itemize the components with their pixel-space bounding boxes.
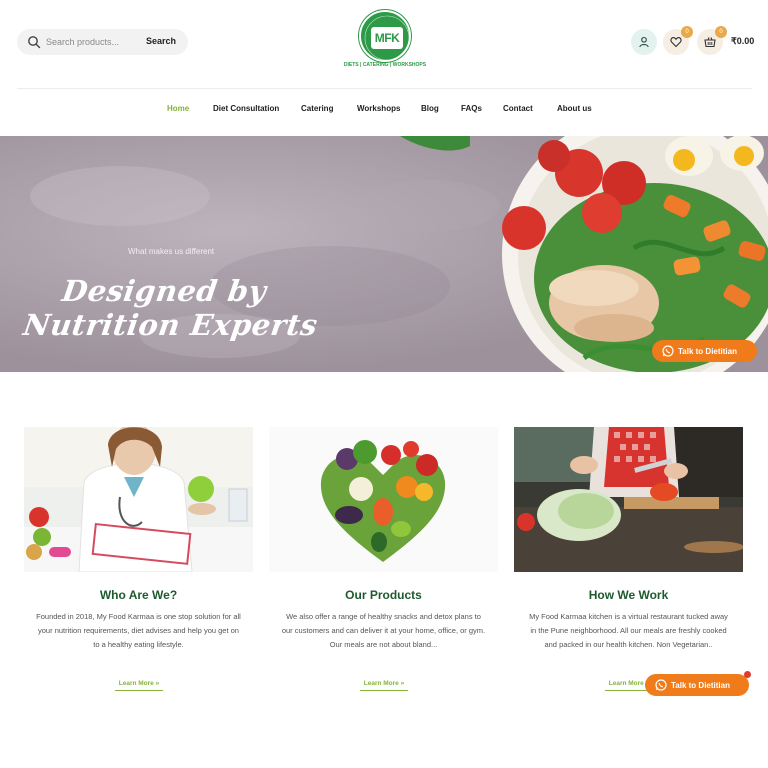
search-button[interactable]: Search [146, 36, 176, 46]
whatsapp-icon [662, 345, 674, 357]
search-input[interactable] [46, 33, 134, 51]
cart-count-badge: 0 [715, 26, 727, 38]
vegetable-heart-image [269, 427, 498, 572]
card-text: Founded in 2018, My Food Karmaa is one s… [36, 612, 241, 650]
cart-total[interactable]: ₹0.00 [731, 36, 754, 47]
cart-button[interactable]: 0 [697, 26, 727, 55]
salad-plate-image [502, 136, 768, 372]
card-text: We also offer a range of healthy snacks … [281, 612, 486, 650]
doctor-image [24, 427, 253, 572]
wishlist-count-badge: 0 [681, 26, 693, 38]
nav-item-catering[interactable]: Catering [301, 104, 333, 113]
hero-title-line-1: Designed by [60, 274, 269, 308]
hero-title-line-2: Nutrition Experts [21, 308, 320, 342]
talk-to-dietitian-label: Talk to Dietitian [678, 346, 737, 356]
hero-title: Designed by Nutrition Experts [21, 274, 355, 342]
user-icon [639, 36, 649, 48]
nav-item-contact[interactable]: Contact [503, 104, 533, 113]
learn-more-link[interactable]: Learn More » [115, 680, 163, 691]
hero-kicker: What makes us different [128, 247, 215, 256]
whatsapp-icon [655, 679, 667, 691]
learn-more-link[interactable]: Learn More » [360, 680, 408, 691]
main-nav: Home Diet Consultation Catering Workshop… [0, 104, 768, 120]
nav-item-diet-consultation[interactable]: Diet Consultation [213, 104, 279, 113]
account-button[interactable] [631, 29, 657, 55]
search-bar: Search [17, 29, 188, 55]
card-text: My Food Karmaa kitchen is a virtual rest… [529, 612, 728, 650]
nav-item-faqs[interactable]: FAQs [461, 104, 482, 113]
nav-item-home[interactable]: Home [167, 104, 189, 113]
card-title: Who Are We? [99, 588, 178, 602]
logo-mark: MFK [371, 27, 403, 49]
floating-talk-to-dietitian-button[interactable]: Talk to Dietitian [645, 671, 751, 696]
card-title: Our Products [345, 588, 422, 602]
heart-icon [670, 37, 682, 48]
wishlist-button[interactable]: 0 [663, 26, 693, 55]
site-header: Search MFK DIETS | CATERING | WORKSHOPS … [0, 0, 768, 88]
kitchen-image [514, 427, 743, 572]
hero-banner: What makes us different Designed by Nutr… [0, 136, 768, 372]
notification-dot [744, 671, 751, 678]
logo-tagline: DIETS | CATERING | WORKSHOPS [343, 62, 427, 68]
nav-item-blog[interactable]: Blog [421, 104, 439, 113]
talk-to-dietitian-button[interactable]: Talk to Dietitian [652, 340, 757, 362]
site-logo[interactable]: MFK [359, 10, 411, 62]
nav-item-workshops[interactable]: Workshops [357, 104, 400, 113]
search-icon [28, 36, 41, 49]
cart-icon [704, 37, 716, 48]
nav-item-about-us[interactable]: About us [557, 104, 592, 113]
floating-talk-label: Talk to Dietitian [671, 680, 730, 690]
card-title: How We Work [588, 588, 669, 602]
header-divider [17, 88, 752, 89]
